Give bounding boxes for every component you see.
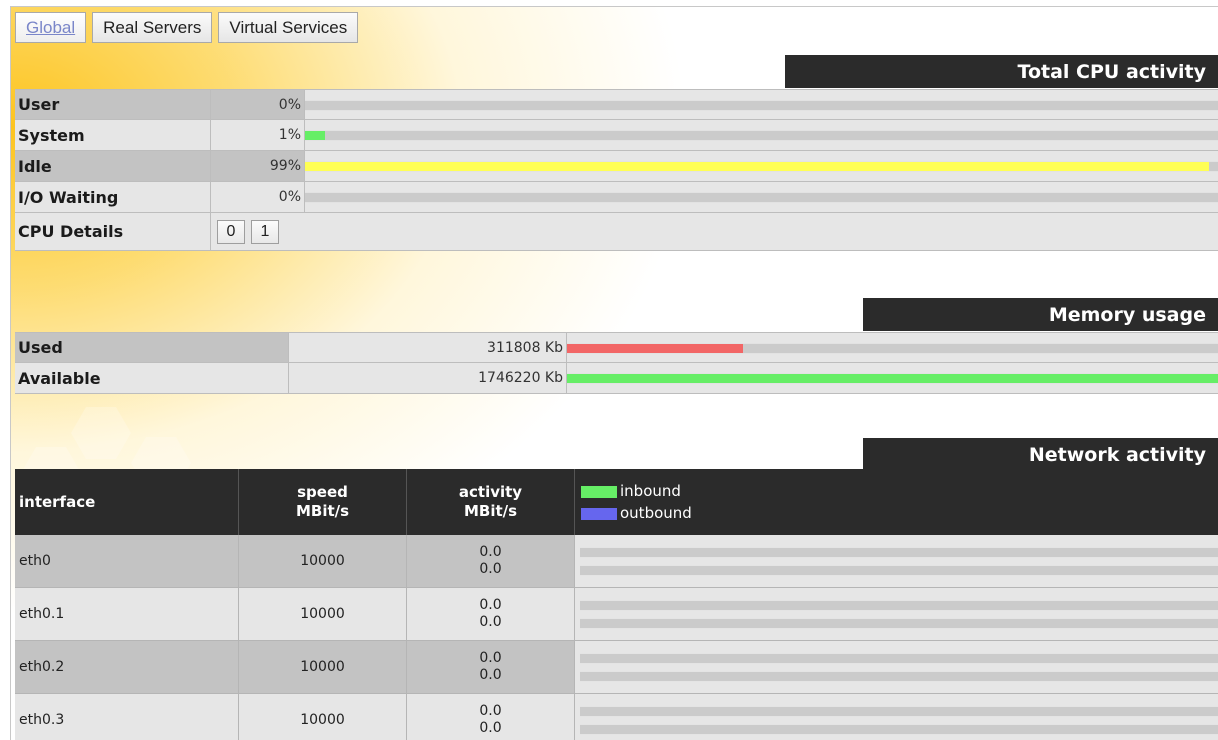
memory-bar-track: [567, 342, 1218, 354]
tab-real-servers[interactable]: Real Servers: [92, 12, 213, 43]
tab-global[interactable]: Global: [15, 12, 87, 43]
cpu-details-row: CPU Details 0 1: [15, 213, 1218, 251]
memory-row-label: Available: [15, 363, 289, 393]
table-row: eth0.1 10000 0.0 0.0: [15, 588, 1218, 641]
cpu-section-title: Total CPU activity: [785, 55, 1218, 88]
activity-bar-cell: [575, 694, 1218, 740]
activity-bar-cell: [575, 535, 1218, 587]
table-row: eth0 10000 0.0 0.0: [15, 535, 1218, 588]
cpu-row-user: User 0%: [15, 89, 1218, 120]
speed-cell: 10000: [239, 535, 407, 587]
memory-bar-cell: [567, 363, 1218, 393]
cpu-row-label: User: [15, 90, 211, 119]
memory-bar-track: [567, 373, 1218, 384]
dashboard-frame: Global Real Servers Virtual Services Tot…: [10, 6, 1218, 740]
speed-cell: 10000: [239, 641, 407, 693]
cpu-row-label: Idle: [15, 151, 211, 181]
memory-row-used: Used 311808 Kb: [15, 332, 1218, 363]
memory-bar-fill: [567, 374, 1218, 383]
table-row: eth0.3 10000 0.0 0.0: [15, 694, 1218, 740]
legend-outbound: outbound: [581, 502, 692, 524]
legend-inbound-label: inbound: [620, 482, 681, 500]
cpu-bar-fill: [305, 131, 326, 140]
activity-bar-cell: [575, 588, 1218, 640]
activity-outbound: 0.0: [479, 614, 502, 630]
activity-cell: 0.0 0.0: [407, 535, 575, 587]
legend-outbound-label: outbound: [620, 504, 692, 522]
inbound-bar-track: [580, 547, 1218, 558]
cpu-row-value: 0%: [211, 182, 305, 212]
speed-cell: 10000: [239, 588, 407, 640]
network-table-header: interface speed MBit/s activity MBit/s i…: [15, 469, 1218, 535]
cpu-row-value: 0%: [211, 90, 305, 119]
outbound-bar-track: [580, 671, 1218, 682]
cpu-bar-track: [305, 130, 1218, 141]
header-interface: interface: [15, 469, 239, 535]
header-speed-line1: speed: [297, 483, 348, 501]
network-legend: inbound outbound: [575, 469, 1218, 535]
background-hexagon: [71, 407, 131, 459]
cpu-bar-track: [305, 161, 1218, 172]
memory-bar-cell: [567, 333, 1218, 362]
cpu-row-system: System 1%: [15, 120, 1218, 151]
cpu-row-label: I/O Waiting: [15, 182, 211, 212]
header-speed-line2: MBit/s: [295, 502, 350, 520]
memory-bar-fill: [567, 343, 743, 353]
outbound-bar-track: [580, 724, 1218, 735]
activity-inbound: 0.0: [479, 597, 502, 613]
cpu-bar-track: [305, 99, 1218, 111]
cpu-detail-button-0[interactable]: 0: [217, 219, 245, 244]
interface-cell: eth0.3: [15, 694, 239, 740]
cpu-row-label: System: [15, 120, 211, 150]
cpu-details-buttons: 0 1: [211, 213, 1218, 250]
interface-cell: eth0.2: [15, 641, 239, 693]
inbound-bar-track: [580, 706, 1218, 717]
cpu-bar-cell: [305, 120, 1218, 150]
cpu-detail-button-1[interactable]: 1: [251, 219, 279, 244]
inbound-swatch: [581, 485, 617, 498]
header-activity: activity MBit/s: [407, 469, 575, 535]
cpu-bar-fill: [305, 162, 1209, 171]
cpu-bar-cell: [305, 90, 1218, 119]
activity-outbound: 0.0: [479, 561, 502, 577]
cpu-row-value: 99%: [211, 151, 305, 181]
header-activity-line1: activity: [458, 483, 523, 501]
outbound-swatch: [581, 507, 617, 520]
cpu-bar-cell: [305, 151, 1218, 181]
tab-virtual-services[interactable]: Virtual Services: [218, 12, 359, 43]
table-row: eth0.2 10000 0.0 0.0: [15, 641, 1218, 694]
interface-cell: eth0: [15, 535, 239, 587]
activity-cell: 0.0 0.0: [407, 641, 575, 693]
header-activity-line2: MBit/s: [463, 502, 518, 520]
activity-outbound: 0.0: [479, 667, 502, 683]
activity-inbound: 0.0: [479, 703, 502, 719]
header-speed: speed MBit/s: [239, 469, 407, 535]
cpu-details-label: CPU Details: [15, 213, 211, 250]
outbound-bar-track: [580, 618, 1218, 629]
activity-outbound: 0.0: [479, 720, 502, 736]
cpu-bar-track: [305, 192, 1218, 203]
cpu-row-io-waiting: I/O Waiting 0%: [15, 182, 1218, 213]
memory-row-available: Available 1746220 Kb: [15, 363, 1218, 394]
network-section-title: Network activity: [863, 438, 1218, 471]
memory-row-value: 1746220 Kb: [289, 363, 567, 393]
interface-cell: eth0.1: [15, 588, 239, 640]
cpu-row-idle: Idle 99%: [15, 151, 1218, 182]
tab-bar: Global Real Servers Virtual Services: [15, 12, 359, 43]
activity-cell: 0.0 0.0: [407, 588, 575, 640]
activity-bar-cell: [575, 641, 1218, 693]
activity-cell: 0.0 0.0: [407, 694, 575, 740]
memory-row-value: 311808 Kb: [289, 333, 567, 362]
cpu-row-value: 1%: [211, 120, 305, 150]
speed-cell: 10000: [239, 694, 407, 740]
memory-row-label: Used: [15, 333, 289, 362]
activity-inbound: 0.0: [479, 650, 502, 666]
legend-inbound: inbound: [581, 480, 681, 502]
inbound-bar-track: [580, 653, 1218, 664]
outbound-bar-track: [580, 565, 1218, 576]
cpu-bar-cell: [305, 182, 1218, 212]
activity-inbound: 0.0: [479, 544, 502, 560]
memory-section-title: Memory usage: [863, 298, 1218, 331]
inbound-bar-track: [580, 600, 1218, 611]
